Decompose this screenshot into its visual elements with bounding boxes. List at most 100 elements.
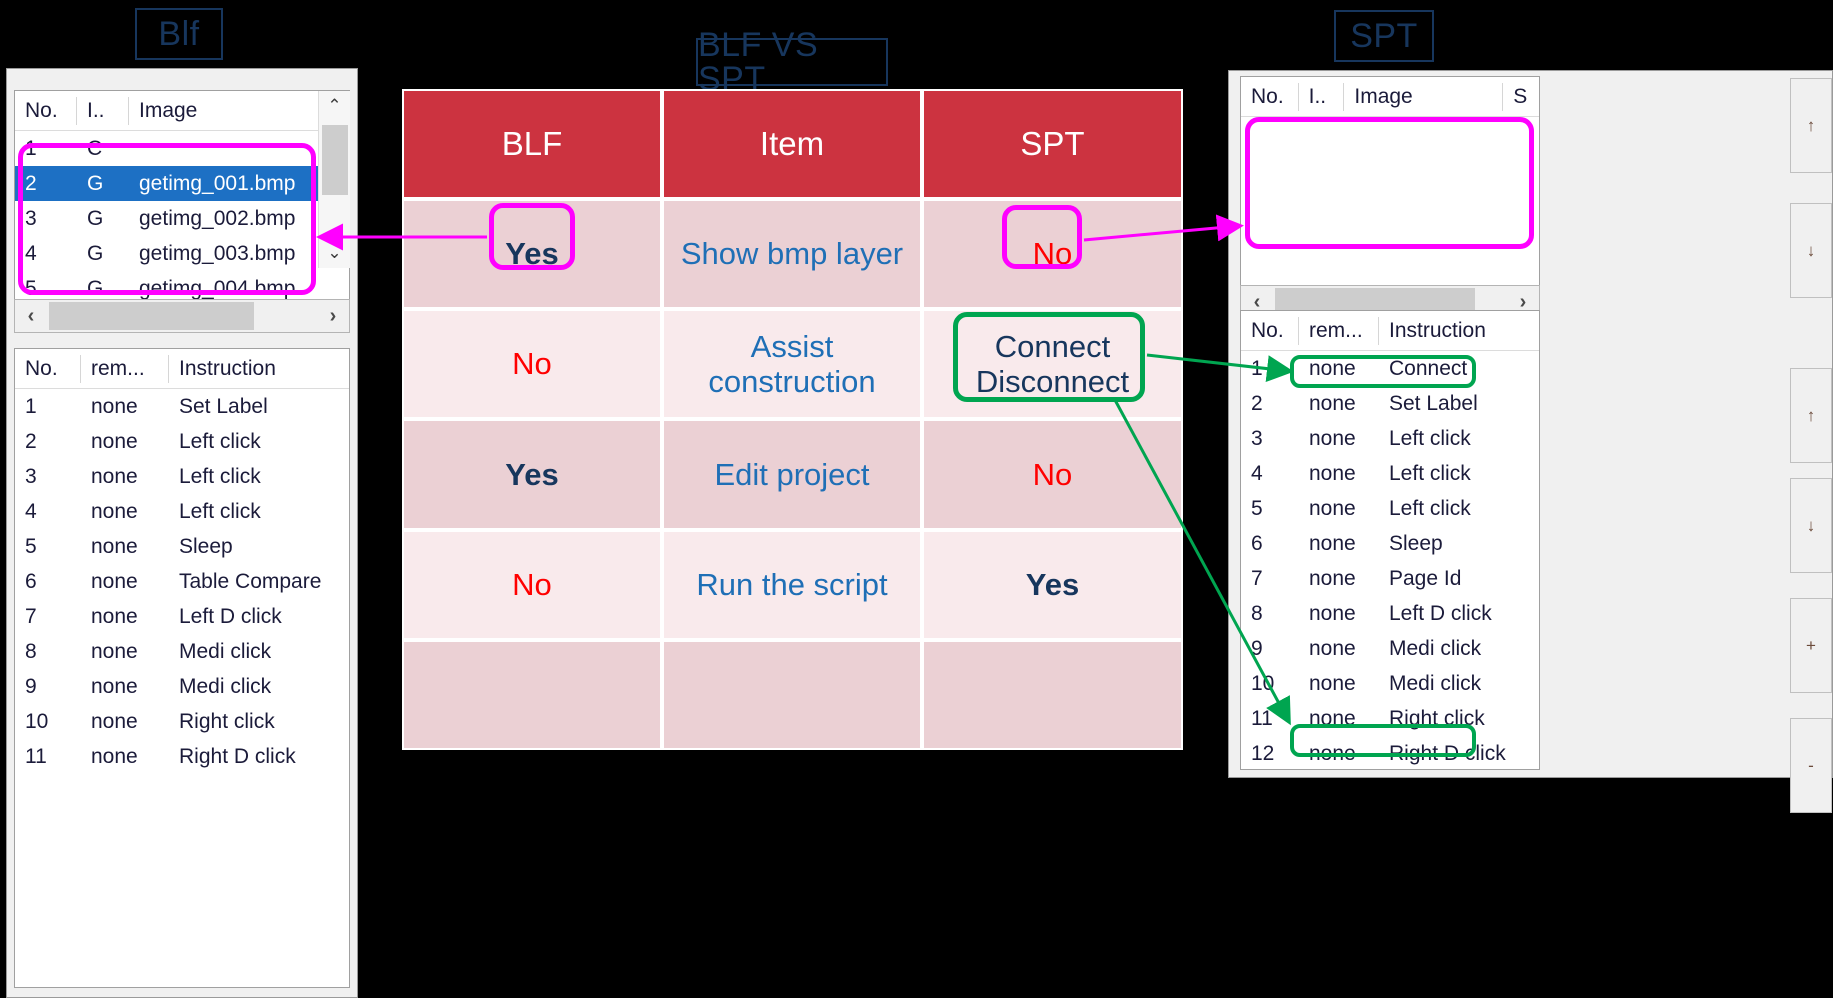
list-item[interactable]: 6 none Sleep	[1241, 526, 1539, 561]
comparison-value-blf: Yes	[505, 236, 559, 272]
left-instr-col-rem[interactable]: rem...	[81, 354, 169, 383]
move-up-top-button[interactable]: ↑	[1790, 78, 1832, 173]
comparison-value-spt: Yes	[1025, 566, 1080, 602]
left-image-vscroll-thumb[interactable]	[322, 125, 348, 195]
scroll-down-icon[interactable]: ⌄	[319, 238, 351, 268]
right-instruction-listview[interactable]: No. rem... Instruction 1 none Connect 2 none…	[1240, 310, 1540, 770]
list-cell: Left D click	[179, 604, 282, 628]
move-down-bottom-button[interactable]: ↓	[1790, 478, 1832, 573]
list-item[interactable]: 10 none Medi click	[1241, 666, 1539, 701]
left-image-vertical-scrollbar[interactable]: ⌃ ⌄	[318, 91, 350, 268]
list-item[interactable]: 5 Ggetimg_004.bmp	[15, 271, 349, 300]
list-cell: 8	[1251, 601, 1263, 625]
left-image-listview-body[interactable]: 1 C 2 Ggetimg_001.bmp 3 Ggetimg_002.bmp 4 Ggeti…	[15, 131, 349, 300]
list-cell: 3	[25, 464, 37, 488]
remove-button[interactable]: -	[1790, 718, 1832, 813]
left-instruction-listview-body[interactable]: 1 none Set Label 2 none Left click 3 none Left c…	[15, 389, 349, 774]
left-instr-col-instr[interactable]: Instruction	[169, 355, 349, 383]
right-image-listview[interactable]: No. I.. Image S	[1240, 76, 1540, 291]
list-cell: Table Compare	[179, 569, 322, 593]
move-up-bottom-button[interactable]: ↑	[1790, 368, 1832, 463]
left-instr-col-no[interactable]: No.	[15, 354, 81, 383]
right-image-col-image[interactable]: Image	[1344, 82, 1504, 111]
list-cell: none	[91, 674, 138, 698]
scroll-right-icon[interactable]: ›	[317, 300, 349, 332]
add-button[interactable]: +	[1790, 598, 1832, 693]
list-cell: Left click	[1389, 426, 1471, 450]
list-item[interactable]: 1 none Set Label	[15, 389, 349, 424]
list-item[interactable]: 7 none Left D click	[15, 599, 349, 634]
list-item[interactable]: 8 none Left D click	[1241, 596, 1539, 631]
left-image-col-no[interactable]: No.	[15, 96, 77, 125]
list-cell: Left click	[179, 464, 261, 488]
move-down-top-button[interactable]: ↓	[1790, 203, 1832, 298]
list-cell: none	[1309, 601, 1356, 625]
list-cell: Set Label	[1389, 391, 1478, 415]
list-cell: none	[1309, 426, 1356, 450]
list-item[interactable]: 1 none Connect	[1241, 351, 1539, 386]
left-image-listview[interactable]: No. I.. Image 1 C 2 Ggetimg_001.bmp 3 Ggetimg…	[14, 90, 350, 300]
right-instruction-listview-body[interactable]: 1 none Connect 2 none Set Label 3 none Left clic…	[1241, 351, 1539, 769]
list-item[interactable]: 11 none Right click	[1241, 701, 1539, 736]
list-cell: Set Label	[179, 394, 268, 418]
add-icon: +	[1806, 635, 1816, 655]
list-cell: 3	[25, 206, 37, 230]
comparison-header-blf: BLF	[402, 89, 662, 199]
remove-icon: -	[1808, 755, 1814, 775]
list-cell: Medi click	[1389, 636, 1482, 660]
list-cell: 8	[25, 639, 37, 663]
list-item[interactable]: 4 Ggetimg_003.bmp	[15, 236, 349, 271]
screenshot-root: Blf BLF VS SPT SPT No. I.. Image 1 C 2 Gget…	[0, 0, 1833, 998]
left-image-listview-header: No. I.. Image	[15, 91, 349, 131]
right-toolbar[interactable]: ↑ ↓ ↑ ↓ + -	[1790, 78, 1832, 813]
left-image-col-image[interactable]: Image	[129, 97, 319, 125]
comparison-value-spt: No	[1032, 236, 1073, 272]
list-cell: Right D click	[179, 744, 296, 768]
list-item[interactable]: 5 none Sleep	[15, 529, 349, 564]
list-item[interactable]: 9 none Medi click	[15, 669, 349, 704]
list-item[interactable]: 7 none Page Id	[1241, 561, 1539, 596]
list-cell: 1	[1251, 356, 1263, 380]
left-image-hscroll-thumb[interactable]	[49, 302, 254, 330]
list-item[interactable]: 8 none Medi click	[15, 634, 349, 669]
left-instruction-listview[interactable]: No. rem... Instruction 1 none Set Label 2 no…	[14, 348, 350, 988]
list-cell: 10	[25, 709, 49, 733]
list-item[interactable]: 1C	[15, 131, 349, 166]
left-image-col-i[interactable]: I..	[77, 96, 129, 125]
list-cell: Sleep	[1389, 531, 1443, 555]
list-cell: Sleep	[179, 534, 233, 558]
list-cell: 9	[25, 674, 37, 698]
list-cell: none	[91, 394, 138, 418]
right-instr-col-rem[interactable]: rem...	[1299, 316, 1379, 345]
right-image-col-no[interactable]: No.	[1241, 82, 1299, 111]
list-item[interactable]: 4 none Left click	[1241, 456, 1539, 491]
left-image-hscroll-track[interactable]	[47, 300, 317, 332]
callout-title-spt: SPT	[1334, 10, 1434, 62]
list-cell: Right click	[1389, 706, 1485, 730]
right-instr-col-no[interactable]: No.	[1241, 316, 1299, 345]
list-item[interactable]: 3 none Left click	[1241, 421, 1539, 456]
right-image-col-i[interactable]: I..	[1299, 82, 1345, 111]
right-instr-col-instr[interactable]: Instruction	[1379, 317, 1539, 345]
list-item[interactable]: 3 none Left click	[15, 459, 349, 494]
right-image-col-s[interactable]: S	[1503, 83, 1539, 111]
scroll-left-icon[interactable]: ‹	[15, 300, 47, 332]
list-item[interactable]: 5 none Left click	[1241, 491, 1539, 526]
comparison-cell-blf: No	[402, 309, 662, 420]
list-cell: none	[1309, 671, 1356, 695]
list-item[interactable]: 9 none Medi click	[1241, 631, 1539, 666]
list-item[interactable]: 11 none Right D click	[15, 739, 349, 774]
list-cell: Left click	[1389, 461, 1471, 485]
list-item[interactable]: 2 none Set Label	[1241, 386, 1539, 421]
list-item[interactable]: 2 none Left click	[15, 424, 349, 459]
list-cell: 1	[25, 394, 37, 418]
list-item[interactable]: 4 none Left click	[15, 494, 349, 529]
list-item[interactable]: 6 none Table Compare	[15, 564, 349, 599]
left-image-horizontal-scrollbar[interactable]: ‹ ›	[14, 299, 350, 333]
list-item[interactable]: 2 Ggetimg_001.bmp	[15, 166, 349, 201]
scroll-up-icon[interactable]: ⌃	[319, 91, 351, 121]
list-item[interactable]: 3 Ggetimg_002.bmp	[15, 201, 349, 236]
list-item[interactable]: 10 none Right click	[15, 704, 349, 739]
list-cell: 11	[1251, 706, 1273, 730]
list-item[interactable]: 12 none Right D click	[1241, 736, 1539, 769]
